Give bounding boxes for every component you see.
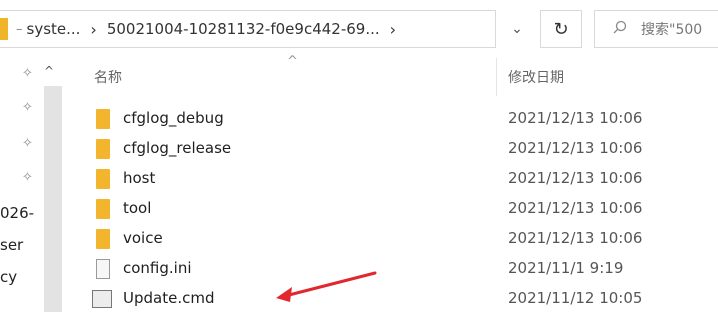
refresh-button[interactable]: ↻	[540, 10, 582, 48]
folder-icon	[96, 169, 110, 189]
file-modified-date: 2021/11/1 9:19	[508, 259, 624, 277]
search-placeholder: 搜索"500	[641, 22, 703, 38]
cmd-file-icon	[92, 290, 112, 308]
folder-icon	[96, 199, 110, 219]
file-modified-date: 2021/12/13 10:06	[508, 139, 643, 157]
address-dash: –	[16, 21, 23, 37]
file-name: cfglog_debug	[123, 109, 224, 127]
file-modified-date: 2021/11/12 10:05	[508, 289, 643, 307]
file-row[interactable]: cfglog_release 2021/12/13 10:06	[68, 134, 718, 164]
file-modified-date: 2021/12/13 10:06	[508, 169, 643, 187]
search-input[interactable]: 搜索"500	[594, 10, 718, 48]
file-name: config.ini	[123, 259, 192, 277]
scroll-up-icon[interactable]: ^	[44, 64, 54, 78]
file-row[interactable]: config.ini 2021/11/1 9:19	[68, 254, 718, 284]
address-bar[interactable]: – syste... › 50021004-10281132-f0e9c442-…	[0, 10, 496, 48]
navigation-pane: ✧ ^ ✧ ✧ ✧ 026- ser cy	[0, 58, 64, 312]
folder-icon	[96, 109, 110, 129]
nav-item[interactable]: cy	[0, 268, 17, 286]
file-row[interactable]: host 2021/12/13 10:06	[68, 164, 718, 194]
nav-scrollbar[interactable]	[44, 86, 62, 312]
breadcrumb-current-folder[interactable]: 50021004-10281132-f0e9c442-69...	[107, 20, 380, 38]
file-modified-date: 2021/12/13 10:06	[508, 109, 643, 127]
file-name: tool	[123, 199, 152, 217]
file-modified-date: 2021/12/13 10:06	[508, 229, 643, 247]
pin-icon[interactable]: ✧	[22, 170, 33, 185]
file-row[interactable]: Update.cmd 2021/11/12 10:05	[68, 284, 718, 314]
chevron-down-icon[interactable]: ⌄	[500, 10, 534, 48]
chevron-right-icon[interactable]: ›	[390, 20, 396, 39]
sort-ascending-icon: ^	[287, 54, 298, 69]
folder-icon	[0, 18, 8, 40]
nav-item[interactable]: 026-	[0, 204, 34, 222]
address-toolbar: – syste... › 50021004-10281132-f0e9c442-…	[0, 0, 718, 58]
file-row[interactable]: voice 2021/12/13 10:06	[68, 224, 718, 254]
file-row[interactable]: tool 2021/12/13 10:06	[68, 194, 718, 224]
search-icon	[613, 20, 627, 38]
ini-file-icon	[96, 259, 110, 279]
file-name: cfglog_release	[123, 139, 232, 157]
folder-icon	[96, 139, 110, 159]
column-header-name[interactable]: 名称	[94, 58, 122, 96]
nav-item[interactable]: ser	[0, 236, 23, 254]
file-name: host	[123, 169, 156, 187]
pin-icon[interactable]: ✧	[22, 66, 33, 81]
file-row[interactable]: cfglog_debug 2021/12/13 10:06	[68, 104, 718, 134]
pin-icon[interactable]: ✧	[22, 100, 33, 115]
pin-icon[interactable]: ✧	[22, 136, 33, 151]
breadcrumb-system[interactable]: syste...	[27, 20, 81, 38]
column-divider[interactable]	[496, 58, 497, 96]
file-name: Update.cmd	[123, 289, 215, 307]
chevron-right-icon[interactable]: ›	[90, 20, 96, 39]
file-name: voice	[123, 229, 163, 247]
folder-icon	[96, 229, 110, 249]
column-header-modified[interactable]: 修改日期	[508, 58, 564, 96]
file-modified-date: 2021/12/13 10:06	[508, 199, 643, 217]
